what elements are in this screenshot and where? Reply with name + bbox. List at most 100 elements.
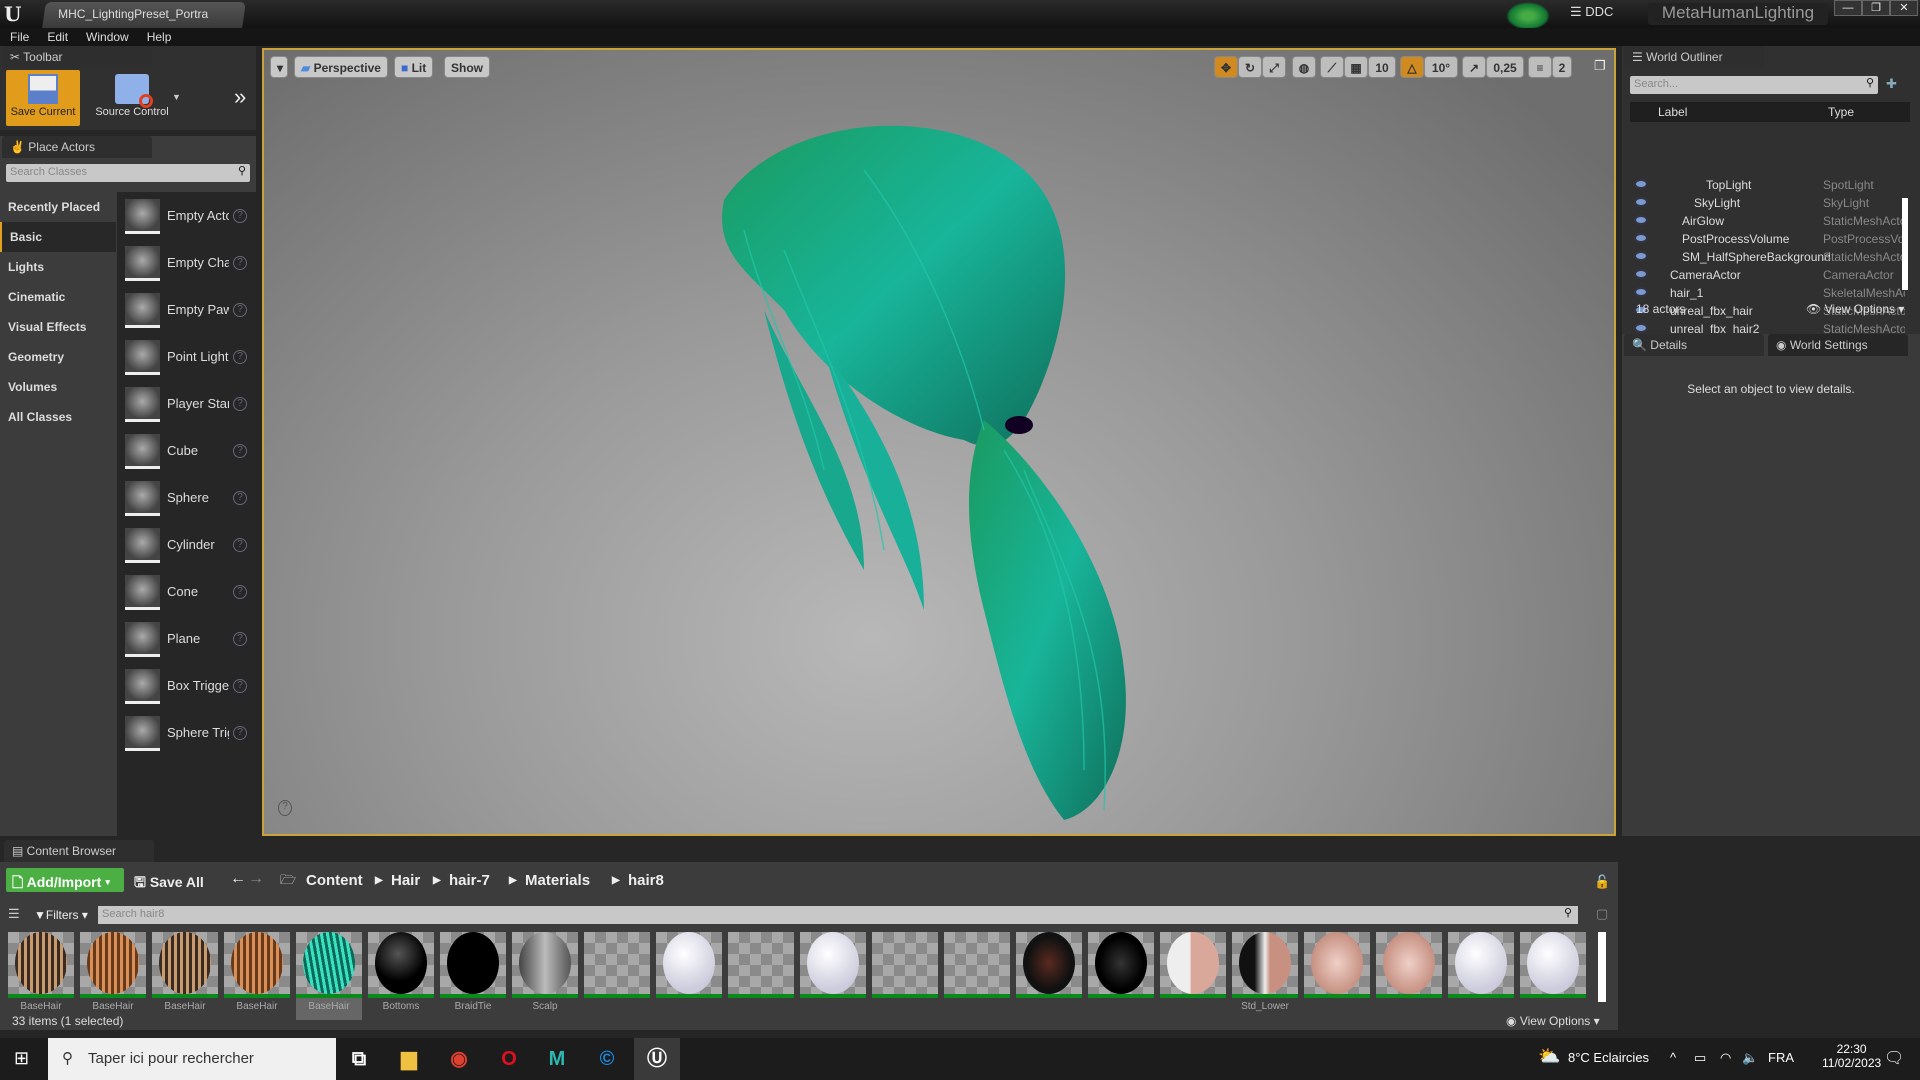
actor-item[interactable]: Empty Pawn? [125,290,253,332]
help-icon[interactable]: ? [233,632,247,646]
asset-search-input[interactable]: Search hair8 ⚲ [98,906,1578,924]
toolbar-expand-button[interactable]: » [234,84,246,110]
visibility-eye-icon[interactable] [1634,233,1648,243]
sources-toggle-icon[interactable]: ☰ [8,906,20,922]
asset-tile[interactable] [1448,932,1514,1020]
breadcrumb-hair-7[interactable]: hair-7 [449,872,490,889]
asset-tile[interactable] [1088,932,1154,1020]
ddc-indicator[interactable]: ☰ DDC [1570,4,1630,24]
taskbar-search[interactable]: ⚲ Taper ici pour rechercher [48,1038,336,1080]
help-icon[interactable]: ? [233,256,247,270]
grid-snap-value[interactable]: 10 [1368,56,1396,78]
camera-speed-icon[interactable]: ≡ [1528,56,1552,78]
asset-tile[interactable]: BaseHair [152,932,218,1020]
asset-tile[interactable]: Bottoms [368,932,434,1020]
breadcrumb-content[interactable]: Content [306,872,363,889]
outliner-scrollbar[interactable] [1902,198,1908,290]
outliner-row[interactable]: AirGlow StaticMeshActor [1630,212,1910,230]
asset-tile[interactable]: BaseHair [224,932,290,1020]
actor-item[interactable]: Empty Actor? [125,196,253,238]
visibility-eye-icon[interactable] [1634,287,1648,297]
category-basic[interactable]: Basic [0,222,116,252]
asset-tile[interactable] [872,932,938,1020]
menu-edit[interactable]: Edit [47,28,68,46]
help-icon[interactable]: ? [233,209,247,223]
outliner-row[interactable]: CameraActor CameraActor [1630,266,1910,284]
help-icon[interactable]: ? [233,679,247,693]
maximize-viewport-icon[interactable]: ❐ [1594,58,1606,74]
world-outliner-tab[interactable]: ☰ World Outliner [1624,46,1764,68]
add-import-button[interactable]: 🗋 Add/Import ▾ [6,868,124,892]
outliner-row[interactable]: SkyLight SkyLight [1630,194,1910,212]
outliner-view-options[interactable]: 👁 View Options ▾ [1806,302,1904,316]
surface-snap-icon[interactable]: ⟋ [1320,56,1344,78]
breadcrumb-hair8[interactable]: hair8 [628,872,664,889]
save-all-button[interactable]: 🖫 Save All [134,872,204,896]
filters-button[interactable]: ▼Filters ▾ [34,908,88,922]
perspective-button[interactable]: ▰ Perspective [294,56,388,78]
category-geometry[interactable]: Geometry [0,342,116,372]
category-visual-effects[interactable]: Visual Effects [0,312,116,342]
show-button[interactable]: Show [444,56,490,78]
asset-tile[interactable] [1520,932,1586,1020]
scale-tool-icon[interactable]: ⤢ [1262,56,1286,78]
source-control-button[interactable]: Source Control [86,70,178,126]
windows-start-icon[interactable]: ⊞ [14,1048,29,1069]
camera-speed-value[interactable]: 2 [1552,56,1572,78]
scale-snap-icon[interactable]: ↗ [1462,56,1486,78]
asset-tile[interactable]: BraidTie [440,932,506,1020]
actor-item[interactable]: Plane? [125,619,253,661]
actor-item[interactable]: Cylinder? [125,525,253,567]
grid-snap-icon[interactable]: ▦ [1344,56,1368,78]
actor-item[interactable]: Cone? [125,572,253,614]
chrome-icon[interactable]: ◉ [436,1038,482,1080]
lit-button[interactable]: ■ Lit [394,56,434,78]
asset-tile[interactable]: BaseHair [8,932,74,1020]
help-icon[interactable]: ? [233,585,247,599]
wifi-icon[interactable]: ◠ [1720,1050,1731,1066]
task-view-icon[interactable]: ⧉ [336,1038,382,1080]
help-icon[interactable]: ? [233,491,247,505]
help-icon[interactable]: ? [233,397,247,411]
viewport-options-button[interactable]: ▾ [270,56,288,78]
actor-item[interactable]: Player Start? [125,384,253,426]
asset-scrollbar[interactable] [1598,932,1606,1002]
lock-icon[interactable]: 🔓 [1594,874,1610,890]
category-recently-placed[interactable]: Recently Placed [0,192,116,222]
help-icon[interactable]: ? [233,350,247,364]
actor-item[interactable]: Cube? [125,431,253,473]
asset-tile[interactable] [656,932,722,1020]
menu-window[interactable]: Window [86,28,129,46]
tray-expand-icon[interactable]: ^ [1670,1050,1676,1065]
weather-text[interactable]: 8°C Eclaircies [1568,1050,1649,1065]
world-space-icon[interactable]: ◍ [1292,56,1316,78]
file-explorer-icon[interactable]: ▆ [386,1038,432,1080]
forward-button[interactable]: → [248,870,264,888]
help-icon[interactable]: ? [233,303,247,317]
actor-item[interactable]: Empty Character? [125,243,253,285]
source-control-status-icon[interactable] [1506,2,1550,30]
column-label[interactable]: Label [1658,105,1687,119]
maximize-button[interactable]: ❐ [1862,0,1890,16]
asset-tile[interactable] [1160,932,1226,1020]
asset-tile[interactable] [1016,932,1082,1020]
visibility-eye-icon[interactable] [1634,323,1648,333]
maya-icon[interactable]: M [534,1038,580,1080]
rotation-snap-icon[interactable]: △ [1400,56,1424,78]
asset-tile[interactable] [1304,932,1370,1020]
volume-icon[interactable]: 🔈 [1742,1050,1758,1066]
outliner-row[interactable]: SM_HalfSphereBackground StaticMeshActor [1630,248,1910,266]
breadcrumb-hair[interactable]: Hair [391,872,420,889]
add-folder-icon[interactable]: ✚ [1886,76,1897,92]
outliner-row[interactable]: hair_1 SkeletalMeshActor [1630,284,1910,302]
outliner-search-input[interactable]: Search... ⚲ [1630,76,1878,94]
opera-icon[interactable]: O [486,1038,532,1080]
clock[interactable]: 22:30 11/02/2023 [1822,1042,1881,1070]
category-all-classes[interactable]: All Classes [0,402,116,432]
outliner-row[interactable]: TopLight SpotLight [1630,176,1910,194]
rotate-tool-icon[interactable]: ↻ [1238,56,1262,78]
help-icon[interactable]: ? [233,444,247,458]
actor-item[interactable]: Box Trigger? [125,666,253,708]
breadcrumb-materials[interactable]: Materials [525,872,590,889]
cinema-app-icon[interactable]: © [584,1038,630,1080]
